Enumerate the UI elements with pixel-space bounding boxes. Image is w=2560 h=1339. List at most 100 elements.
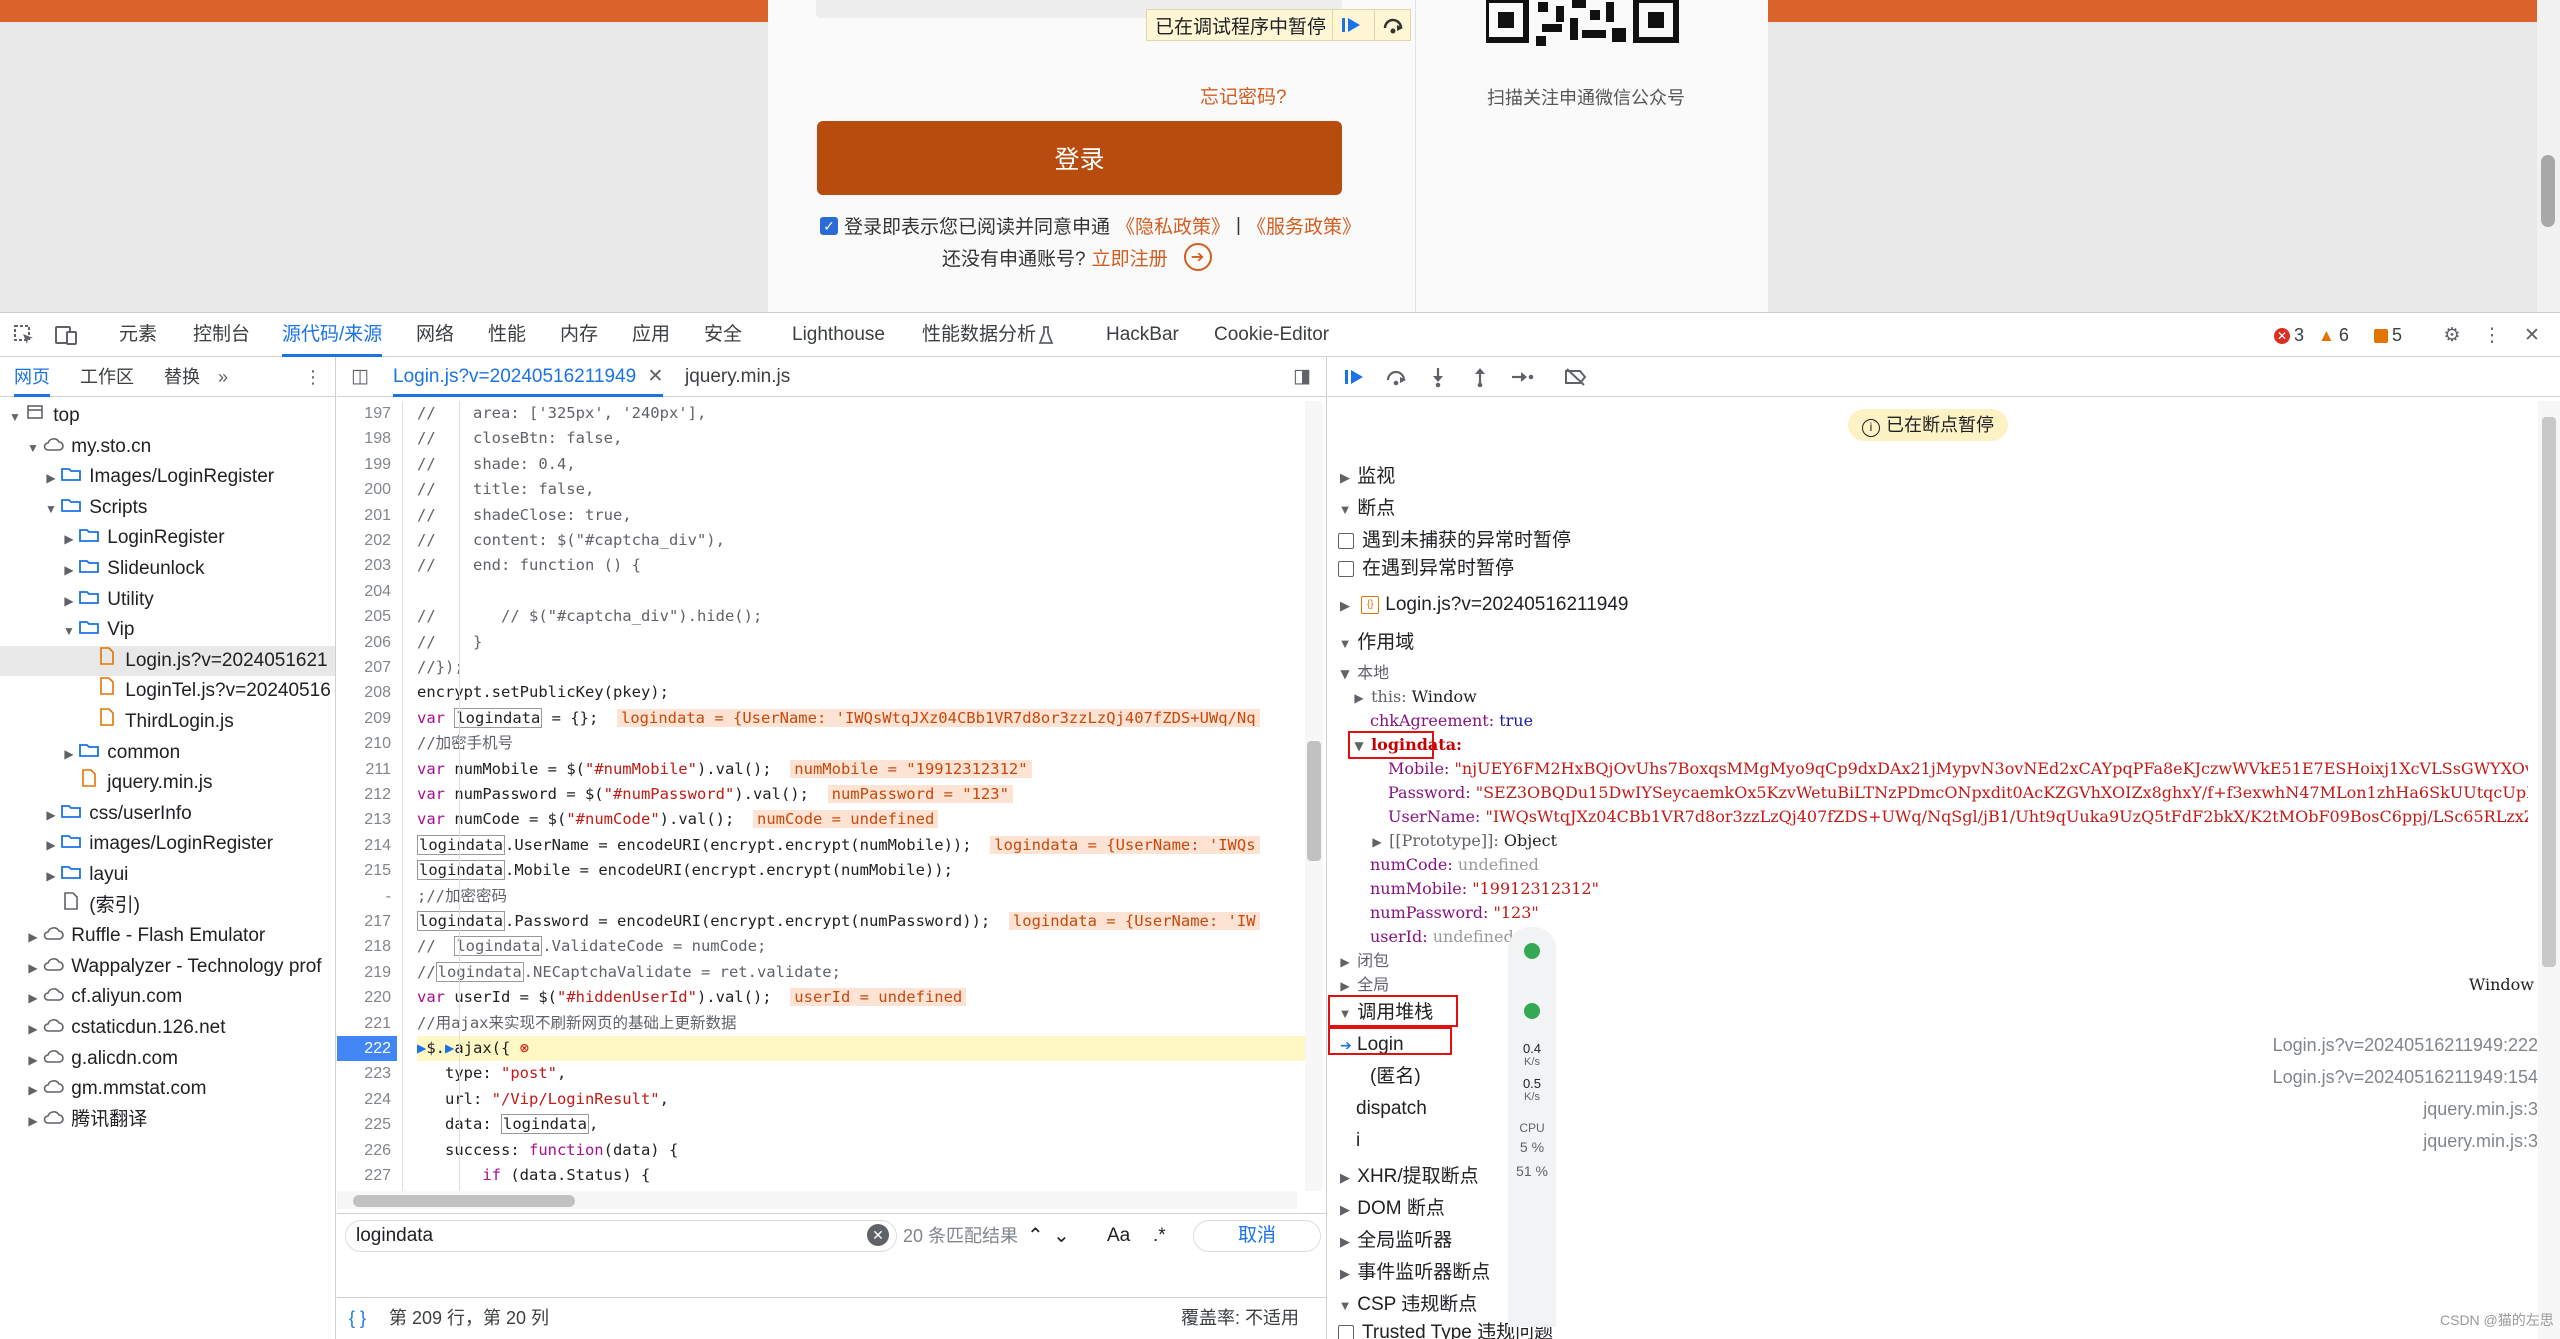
collapse-arrow-icon[interactable]: ▼: [8, 402, 22, 431]
line-number[interactable]: 197: [337, 401, 397, 426]
scope-local[interactable]: ▼ 本地: [1338, 661, 1389, 685]
expand-arrow-icon[interactable]: ▶: [62, 586, 76, 615]
match-case-button[interactable]: Aa: [1107, 1220, 1130, 1252]
login-button[interactable]: 登录: [817, 121, 1342, 195]
tab-network[interactable]: 网络: [416, 313, 454, 357]
line-number[interactable]: 202: [337, 528, 397, 553]
tree-item[interactable]: ▶ 腾讯翻译: [0, 1105, 335, 1135]
page-scrollbar-thumb[interactable]: [2541, 155, 2555, 227]
line-number[interactable]: 217: [337, 909, 397, 934]
line-number[interactable]: 201: [337, 503, 397, 528]
line-number[interactable]: 209: [337, 706, 397, 731]
line-number[interactable]: 206: [337, 630, 397, 655]
code-line[interactable]: ▶$.▶ajax({ ⊗: [417, 1036, 1307, 1061]
chevron-down-icon[interactable]: ⌄: [1053, 1220, 1070, 1252]
register-link[interactable]: 立即注册: [1092, 244, 1168, 271]
close-tab-icon[interactable]: ✕: [647, 366, 663, 387]
code-line[interactable]: var logindata = {}; logindata = {UserNam…: [417, 706, 1307, 731]
code-line[interactable]: //加密手机号: [417, 731, 1307, 756]
expand-arrow-icon[interactable]: ▶: [26, 922, 40, 951]
prop-password[interactable]: Password: "SEZ3OBQDu15DwIYSeycaemkOx5Kzv…: [1388, 781, 2528, 805]
code-line[interactable]: success: function(data) {: [417, 1138, 1307, 1163]
code-line[interactable]: // end: function () {: [417, 553, 1307, 578]
code-line[interactable]: url: "/Vip/LoginResult",: [417, 1087, 1307, 1112]
code-line[interactable]: // shade: 0.4,: [417, 452, 1307, 477]
line-number[interactable]: 226: [337, 1138, 397, 1163]
tree-item[interactable]: ▼ top: [0, 401, 335, 431]
step-icon[interactable]: [1510, 365, 1534, 389]
code-line[interactable]: // }: [417, 630, 1307, 655]
warning-count-badge[interactable]: ▲ 6: [2318, 325, 2349, 346]
info-count-badge[interactable]: 5: [2374, 325, 2402, 346]
prop-prototype[interactable]: ▶ [[Prototype]]: Object: [1370, 829, 1557, 853]
code-line[interactable]: // closeBtn: false,: [417, 426, 1307, 451]
section-breakpoints[interactable]: ▼ 断点: [1328, 493, 2538, 525]
pause-caught-checkbox[interactable]: [1338, 560, 1354, 577]
trusted-type-checkbox[interactable]: [1338, 1324, 1354, 1339]
tree-item[interactable]: ▶ common: [0, 738, 335, 768]
code-line[interactable]: //用ajax来实现不刷新网页的基础上更新数据: [417, 1011, 1307, 1036]
tab-page[interactable]: 网页: [14, 357, 50, 397]
expand-arrow-icon[interactable]: ▶: [44, 830, 58, 859]
gear-icon[interactable]: ⚙: [2440, 323, 2464, 347]
line-number[interactable]: 205: [337, 604, 397, 629]
editor-tab-jquery[interactable]: jquery.min.js: [685, 357, 790, 397]
code-line[interactable]: ;//加密密码: [417, 884, 1307, 909]
resume-icon[interactable]: [1332, 10, 1368, 40]
tab-hackbar[interactable]: HackBar: [1106, 313, 1179, 357]
prop-numpassword[interactable]: numPassword: "123": [1370, 901, 1539, 925]
error-count-badge[interactable]: ✕ 3: [2274, 325, 2304, 346]
step-over-icon[interactable]: [1384, 365, 1408, 389]
tree-item[interactable]: ▶ g.alicdn.com: [0, 1044, 335, 1074]
tab-sources[interactable]: 源代码/来源: [282, 313, 383, 357]
tree-item[interactable]: ▶ Ruffle - Flash Emulator: [0, 921, 335, 951]
code-line[interactable]: if (data.Status) {: [417, 1163, 1307, 1188]
line-number[interactable]: 227: [337, 1163, 397, 1188]
tree-item[interactable]: ThirdLogin.js: [0, 707, 335, 737]
more-options-icon[interactable]: ⋮: [2480, 323, 2504, 347]
line-number[interactable]: 224: [337, 1087, 397, 1112]
tab-elements[interactable]: 元素: [119, 313, 157, 357]
chevron-up-icon[interactable]: ⌃: [1027, 1220, 1044, 1252]
line-number[interactable]: 221: [337, 1011, 397, 1036]
scope-closure[interactable]: ▶ 闭包: [1338, 949, 1389, 973]
code-lines[interactable]: 197 // area: ['325px', '240px'], 198 // clo…: [337, 401, 1317, 1191]
code-line[interactable]: data: logindata,: [417, 1112, 1307, 1137]
tree-item[interactable]: ▶ css/userInfo: [0, 799, 335, 829]
search-input[interactable]: logindata: [345, 1220, 897, 1252]
tree-item[interactable]: ▶ Utility: [0, 585, 335, 615]
tab-performance-insights[interactable]: 性能数据分析: [922, 313, 1036, 357]
clear-search-icon[interactable]: ✕: [867, 1224, 889, 1246]
step-into-icon[interactable]: [1426, 365, 1450, 389]
tab-performance[interactable]: 性能: [488, 313, 526, 357]
line-number[interactable]: 200: [337, 477, 397, 502]
tree-item[interactable]: ▼ my.sto.cn: [0, 432, 335, 462]
tree-item[interactable]: ▶ Images/LoginRegister: [0, 462, 335, 492]
prop-numcode[interactable]: numCode: undefined: [1370, 853, 1539, 877]
line-number[interactable]: 220: [337, 985, 397, 1010]
tree-item[interactable]: ▶ gm.mmstat.com: [0, 1074, 335, 1104]
expand-arrow-icon[interactable]: ▶: [44, 463, 58, 492]
prop-username[interactable]: UserName: "IWQsWtqJXz04CBb1VR7d8or3zzLzQ…: [1388, 805, 2528, 829]
tree-item[interactable]: ▶ images/LoginRegister: [0, 829, 335, 859]
arrow-right-icon[interactable]: ➔: [1183, 243, 1212, 271]
tab-console[interactable]: 控制台: [193, 313, 250, 357]
line-number[interactable]: 204: [337, 579, 397, 604]
pause-uncaught-checkbox[interactable]: [1338, 532, 1354, 549]
code-line[interactable]: // content: $("#captcha_div"),: [417, 528, 1307, 553]
code-line[interactable]: // area: ['325px', '240px'],: [417, 401, 1307, 426]
tree-item[interactable]: ▶ Slideunlock: [0, 554, 335, 584]
code-line[interactable]: var numCode = $("#numCode").val(); numCo…: [417, 807, 1307, 832]
step-out-icon[interactable]: [1468, 365, 1492, 389]
tab-application[interactable]: 应用: [632, 313, 670, 357]
line-number[interactable]: 208: [337, 680, 397, 705]
device-toolbar-icon[interactable]: [54, 323, 78, 347]
line-number[interactable]: 218: [337, 934, 397, 959]
tree-item[interactable]: Login.js?v=2024051621: [0, 645, 335, 676]
line-number[interactable]: 215: [337, 858, 397, 883]
expand-arrow-icon[interactable]: ▶: [62, 524, 76, 553]
tab-lighthouse[interactable]: Lighthouse: [792, 313, 885, 357]
editor-tab-login-js[interactable]: Login.js?v=20240516211949 ✕: [393, 357, 664, 397]
prop-nummobile[interactable]: numMobile: "19912312312": [1370, 877, 1599, 901]
code-line[interactable]: encrypt.setPublicKey(pkey);: [417, 680, 1307, 705]
